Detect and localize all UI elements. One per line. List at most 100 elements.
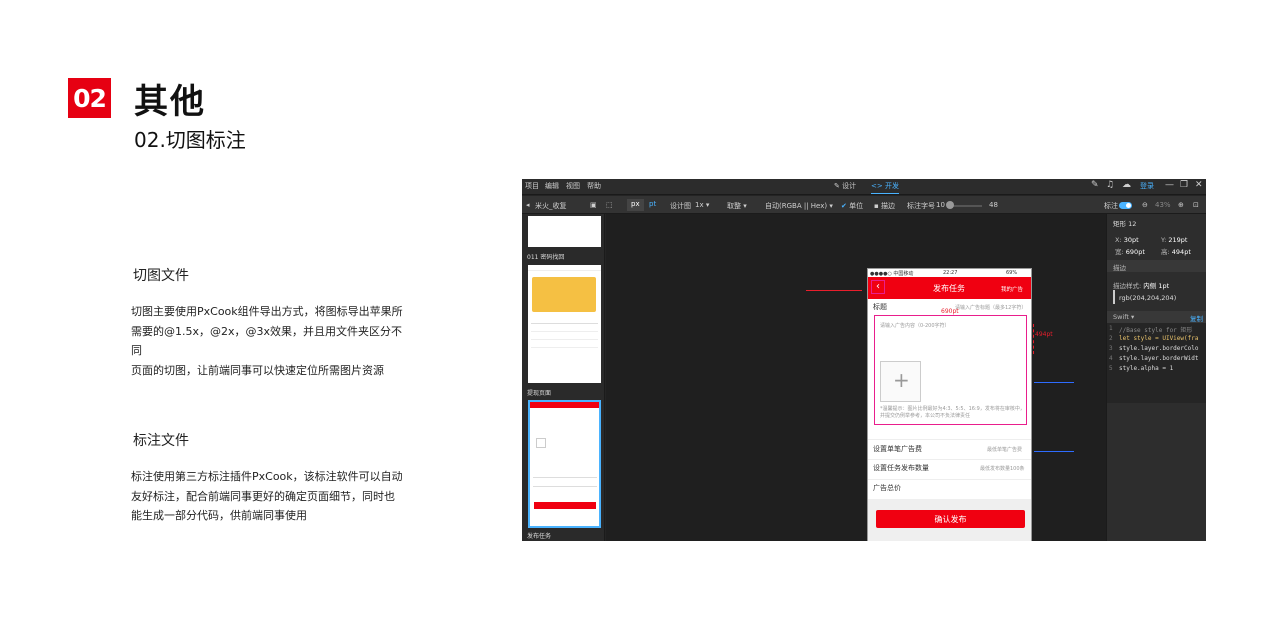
x-value: 30pt — [1123, 236, 1139, 244]
dimension-line — [1033, 324, 1034, 354]
code-icon: <> — [871, 182, 883, 190]
stroke-color-value: rgb(204,204,204) — [1119, 294, 1177, 302]
code-line: style.alpha = 1 — [1119, 365, 1174, 372]
upload-hint: *温馨提示：图片比例最好为4:3、5:5、16:9，发布将在审核中，并提交仍例举… — [880, 406, 1025, 419]
width-dimension: 690pt — [941, 308, 959, 315]
thumb-divider — [533, 486, 597, 487]
annotation-toggle[interactable] — [1119, 202, 1132, 209]
body-line: 友好标注，配合前端同事更好的确定页面细节，同时也 — [131, 489, 395, 503]
design-canvas[interactable]: ●●●●○ 中国移动 22:27 69% ‹ 发布任务 我的广告 标题 请输入广… — [606, 214, 1106, 541]
back-arrow-icon[interactable]: ‹ — [871, 280, 885, 294]
total-label: 广告总价 — [873, 484, 901, 492]
code-language: Swift — [1113, 313, 1129, 321]
close-icon[interactable]: ✕ — [1195, 180, 1203, 190]
page-subtitle: 02.切图标注 — [134, 128, 246, 152]
thumb-card — [532, 277, 596, 312]
thumb-divider — [531, 323, 598, 324]
unit-px-button[interactable]: px — [627, 199, 644, 211]
page-thumbnail[interactable] — [528, 265, 601, 383]
thumb-confirm-button — [534, 502, 596, 509]
annotation-leader — [806, 290, 862, 291]
mode-dev-label: 开发 — [884, 182, 899, 190]
brush-icon[interactable]: ✎ — [1091, 180, 1099, 190]
pxcook-app-window: 项目 编辑 视图 帮助 ✎ 设计 <> 开发 ✎ ♫ ☁ 登录 — ❐ ✕ ◂ … — [522, 179, 1206, 541]
mode-dev-tab[interactable]: <> 开发 — [871, 181, 899, 194]
code-language-select[interactable]: Swift ▾ — [1113, 313, 1134, 321]
menu-item-edit[interactable]: 编辑 — [545, 181, 559, 191]
line-number: 5 — [1109, 365, 1113, 372]
zoom-level: 43% — [1155, 201, 1171, 209]
stroke-width: 1pt — [1158, 282, 1170, 290]
back-icon[interactable]: ◂ — [526, 201, 530, 209]
toolbar: ◂ 米火_收复 ▣ ⬚ px pt 设计图 1x ▾ 取整 ▾ 自动(RGBA … — [522, 196, 1206, 214]
cloud-icon[interactable]: ☁ — [1122, 180, 1131, 190]
body-line: 切图主要使用PxCook组件导出方式，将图标导出苹果所 — [131, 305, 403, 318]
h-value: 494pt — [1171, 248, 1191, 256]
code-line: style.layer.borderColo — [1119, 345, 1199, 352]
maximize-icon[interactable]: ❐ — [1180, 180, 1188, 190]
export-icon[interactable]: ⬚ — [606, 201, 613, 209]
design-scale-select[interactable]: 1x ▾ — [695, 201, 709, 209]
page-label: 011 密码找回 — [527, 254, 565, 261]
color-format-select[interactable]: 自动(RGBA || Hex) ▾ — [765, 201, 833, 211]
save-icon[interactable]: ▣ — [590, 201, 597, 209]
thumb-navbar — [530, 402, 599, 408]
stroke-check-label: 描边 — [880, 202, 895, 210]
round-select[interactable]: 取整 ▾ — [727, 201, 747, 211]
fee-input[interactable]: 最低单笔广告费 — [987, 446, 1022, 453]
login-link[interactable]: 登录 — [1140, 181, 1154, 191]
menu-item-help[interactable]: 帮助 — [587, 181, 601, 191]
title-input[interactable]: 请输入广告标题（最多12字符） — [955, 304, 1026, 311]
content-input[interactable]: 请输入广告内容（0-200字符） — [880, 322, 950, 329]
zoom-out-icon[interactable]: ⊖ — [1142, 201, 1148, 209]
minimize-icon[interactable]: — — [1165, 180, 1174, 190]
menu-bar: 项目 编辑 视图 帮助 ✎ 设计 <> 开发 ✎ ♫ ☁ 登录 — ❐ ✕ — [522, 179, 1206, 195]
font-size-slider-handle[interactable] — [946, 201, 954, 209]
design-scale-label: 设计图 — [670, 202, 691, 210]
menu-item-view[interactable]: 视图 — [566, 181, 580, 191]
line-number: 3 — [1109, 345, 1113, 352]
fee-label: 设置单笔广告费 — [873, 445, 922, 453]
y-field[interactable]: Y: 219pt — [1161, 236, 1187, 244]
height-dimension: 494pt — [1035, 331, 1053, 338]
body-line: 能生成一部分代码，供前端同事使用 — [131, 509, 307, 522]
unit-checkbox[interactable]: ✔ 单位 — [841, 201, 863, 211]
line-number: 4 — [1109, 355, 1113, 362]
width-field[interactable]: 宽: 690pt — [1115, 246, 1145, 256]
unit-pt-button[interactable]: pt — [645, 199, 660, 211]
stroke-color-swatch — [1113, 290, 1115, 304]
h-label: 高: — [1161, 248, 1170, 256]
color-format-value: 自动(RGBA || Hex) — [765, 202, 828, 210]
page-thumbnail-selected[interactable] — [528, 400, 601, 528]
height-field[interactable]: 高: 494pt — [1161, 246, 1191, 256]
mode-design-label: 设计 — [842, 182, 857, 190]
upload-image-box[interactable]: + — [880, 361, 921, 402]
x-field[interactable]: X: 30pt — [1115, 236, 1139, 244]
phone-artboard[interactable]: ●●●●○ 中国移动 22:27 69% ‹ 发布任务 我的广告 标题 请输入广… — [867, 268, 1032, 541]
clock: 22:27 — [943, 270, 958, 276]
copy-code-button[interactable]: 复制 — [1190, 313, 1203, 323]
project-name[interactable]: 米火_收复 — [535, 201, 567, 211]
layer-name: 矩形 12 — [1113, 220, 1137, 228]
bell-icon[interactable]: ♫ — [1106, 180, 1114, 190]
menu-item-project[interactable]: 项目 — [525, 181, 539, 191]
stroke-style-value: 内侧 — [1143, 282, 1157, 290]
page-thumbnail[interactable] — [528, 216, 601, 247]
w-label: 宽: — [1115, 248, 1124, 256]
count-input[interactable]: 最低发布数量100条 — [980, 465, 1025, 472]
title-label: 标题 — [873, 303, 887, 311]
battery: 69% — [1006, 270, 1018, 276]
stroke-checkbox[interactable]: ▪ 描边 — [874, 201, 895, 211]
section-title-annotation: 标注文件 — [133, 433, 189, 449]
checkbox-empty-icon: ▪ — [874, 202, 879, 210]
nav-right-link[interactable]: 我的广告 — [1001, 285, 1023, 293]
body-line: 需要的@1.5x，@2x，@3x效果，并且用文件夹区分不同 — [131, 324, 403, 358]
annotation-toggle-label: 标注 — [1104, 202, 1118, 210]
mode-design-tab[interactable]: ✎ 设计 — [834, 181, 856, 191]
line-number: 2 — [1109, 335, 1113, 342]
zoom-in-icon[interactable]: ⊕ — [1178, 201, 1184, 209]
confirm-publish-button[interactable]: 确认发布 — [876, 510, 1025, 528]
thumb-divider — [533, 477, 597, 478]
stroke-section-title: 描边 — [1113, 264, 1126, 272]
fit-screen-icon[interactable]: ⊡ — [1193, 201, 1199, 209]
